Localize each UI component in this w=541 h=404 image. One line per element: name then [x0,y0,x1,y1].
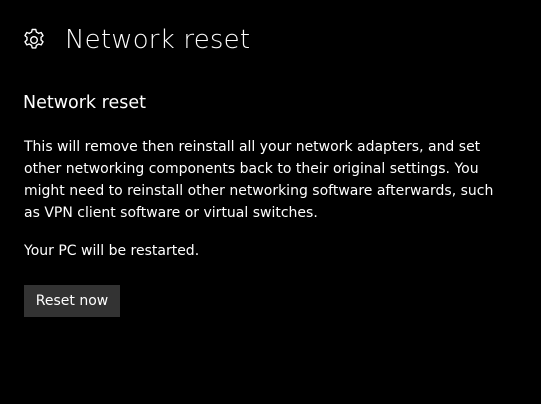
description-line: This will remove then reinstall all your… [24,139,481,155]
description-text: This will remove then reinstall all your… [24,136,494,224]
description-line: as VPN client software or virtual switch… [24,205,318,221]
description-line: might need to reinstall other networking… [24,183,494,199]
section-heading: Network reset [23,93,146,113]
page-header: Network reset [21,22,250,58]
gear-icon [24,28,44,49]
restart-note: Your PC will be restarted. [24,243,200,259]
description-line: other networking components back to thei… [24,161,479,177]
reset-now-button[interactable]: Reset now [24,285,120,317]
page-title: Network reset [65,25,251,55]
